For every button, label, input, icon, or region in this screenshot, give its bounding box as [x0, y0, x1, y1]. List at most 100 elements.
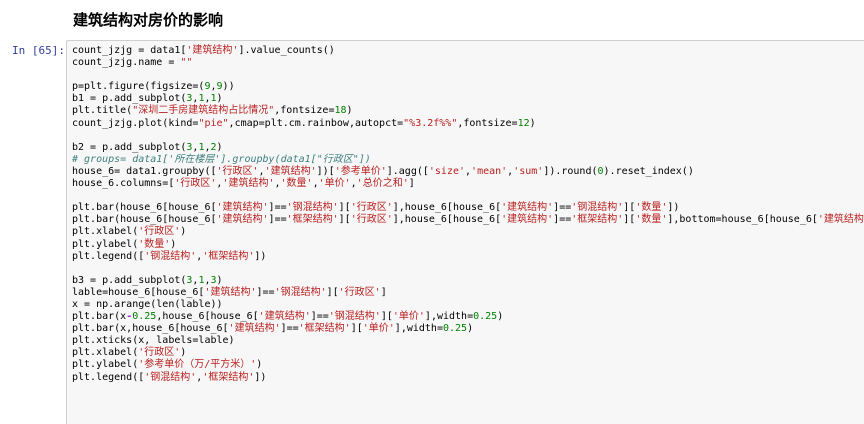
code-line: house_6= data1.groupby(['行政区','建筑结构'])['…: [72, 166, 864, 178]
code-token: '行政区': [216, 165, 259, 177]
code-line: b2 = p.add_subplot(3,1,2): [72, 142, 864, 154]
code-line: plt.ylabel('参考单价（万/平方米）'): [72, 359, 864, 371]
code-token: ]==: [553, 214, 572, 226]
code-token: '建筑结构': [501, 202, 554, 214]
code-token: plt.bar(x,house_6[house_6[: [72, 323, 229, 335]
code-token: ): [216, 141, 223, 153]
code-token: plt.xlabel(: [72, 226, 139, 238]
code-token: ]==: [268, 214, 287, 226]
code-token: count_jzjg.plot(kind=: [72, 117, 199, 129]
code-token: ): [467, 323, 474, 335]
code-token: '建筑结构': [264, 165, 317, 177]
code-token: ][: [350, 323, 363, 335]
code-token: ],house_6[house_6[: [392, 214, 502, 226]
code-line: count_jzjg.name = "": [72, 57, 864, 69]
code-token: plt.bar(x: [72, 311, 127, 323]
code-line: plt.bar(x-0.25,house_6[house_6['建筑结构']==…: [72, 311, 864, 323]
code-token: lable=house_6[house_6[: [72, 286, 205, 298]
code-token: '框架结构': [202, 371, 255, 383]
code-token: '单价': [362, 323, 395, 335]
code-token: ]==: [310, 311, 329, 323]
section-heading: 建筑结构对房价的影响: [73, 11, 224, 29]
code-token: ): [180, 347, 187, 359]
code-line: plt.title("深圳二手房建筑结构占比情况",fontsize=18): [72, 105, 864, 117]
code-token: 0.25: [132, 311, 157, 323]
code-token: '框架结构': [202, 250, 255, 262]
code-token: b2 = p.add_subplot(: [72, 141, 187, 153]
code-line: ​: [72, 190, 864, 202]
code-line: b3 = p.add_subplot(3,1,3): [72, 275, 864, 287]
code-token: '行政区': [174, 178, 217, 190]
code-token: '建筑结构': [216, 214, 269, 226]
code-cell-editor[interactable]: count_jzjg = data1['建筑结构'].value_counts(…: [66, 40, 864, 424]
code-token: ]).round(: [543, 165, 598, 177]
code-token: ): [256, 359, 263, 371]
code-token: '建筑结构': [186, 45, 239, 56]
code-token: ].value_counts(): [238, 45, 335, 56]
code-line: plt.xlabel('行政区'): [72, 347, 864, 359]
code-token: ): [529, 117, 536, 129]
code-token: ])[: [316, 165, 335, 177]
code-line: plt.bar(x,house_6[house_6['建筑结构']=='框架结构…: [72, 323, 864, 335]
code-token: '钢混结构': [144, 371, 197, 383]
code-token: '钢混结构': [571, 202, 624, 214]
code-token: '建筑结构': [817, 214, 864, 226]
code-token: ][: [380, 311, 393, 323]
code-token: 'sum': [513, 165, 544, 177]
code-line: plt.ylabel('数量'): [72, 239, 864, 251]
code-token: '钢混结构': [286, 202, 339, 214]
code-line: ​: [72, 263, 864, 275]
code-token: ): [216, 274, 223, 286]
code-token: ],width=: [394, 323, 443, 335]
code-token: ]): [667, 202, 680, 214]
code-token: # groups= data1['所在楼层'].groupby(data1["行…: [72, 153, 371, 165]
code-token: plt.bar(house_6[house_6[: [72, 202, 217, 214]
code-token: 0.25: [473, 311, 498, 323]
code-token: '框架结构': [571, 214, 624, 226]
code-token: count_jzjg.name =: [72, 57, 181, 69]
code-line: b1 = p.add_subplot(3,1,1): [72, 93, 864, 105]
code-token: '建筑结构': [501, 214, 554, 226]
code-line: p=plt.figure(figsize=(9,9)): [72, 81, 864, 93]
code-token: '框架结构': [298, 323, 351, 335]
code-token: '行政区': [350, 202, 393, 214]
code-token: x = np.arange(len(lable)): [72, 298, 223, 310]
code-token: '数量': [138, 238, 171, 250]
code-token: p=plt.figure(figsize=(: [72, 81, 205, 93]
code-token: ],house_6[house_6[: [392, 202, 502, 214]
code-token: ,fontsize=: [457, 117, 518, 129]
code-token: ],width=: [424, 311, 474, 323]
code-token: plt.xticks(x, labels=lable): [72, 335, 235, 347]
code-token: 'mean': [471, 165, 508, 177]
code-token: ): [170, 238, 177, 250]
code-token: '数量': [280, 178, 313, 190]
code-line: ​: [72, 130, 864, 142]
code-token: b3 = p.add_subplot(: [72, 274, 187, 286]
code-token: '钢混结构': [328, 311, 381, 323]
code-token: ][: [623, 202, 636, 214]
code-line: ​: [72, 69, 864, 81]
code-line: plt.xticks(x, labels=lable): [72, 335, 864, 347]
code-token: house_6.columns=[: [72, 178, 175, 190]
code-line: plt.legend(['钢混结构','框架结构']): [72, 372, 864, 384]
code-token: '钢混结构': [274, 286, 327, 298]
code-token: ]==: [268, 202, 287, 214]
code-token: '总价之和': [356, 178, 409, 190]
code-token: b1 = p.add_subplot(: [72, 93, 187, 105]
code-token: plt.legend([: [72, 371, 145, 383]
code-area[interactable]: count_jzjg = data1['建筑结构'].value_counts(…: [72, 45, 864, 384]
code-token: '行政区': [350, 214, 393, 226]
code-line: plt.legend(['钢混结构','框架结构']): [72, 251, 864, 263]
code-token: '建筑结构': [258, 311, 311, 323]
code-token: ]: [380, 286, 387, 298]
code-token: 0.25: [442, 323, 468, 335]
code-token: '参考单价（万/平方米）': [138, 359, 257, 371]
code-token: )): [222, 81, 235, 93]
code-token: plt.title(: [72, 105, 133, 117]
code-token: "深圳二手房建筑结构占比情况": [132, 105, 275, 117]
code-token: plt.ylabel(: [72, 238, 139, 250]
code-line: lable=house_6[house_6['建筑结构']=='钢混结构']['…: [72, 287, 864, 299]
code-token: "": [180, 57, 193, 69]
code-token: ][: [623, 214, 636, 226]
code-token: ).reset_index(): [603, 165, 694, 177]
